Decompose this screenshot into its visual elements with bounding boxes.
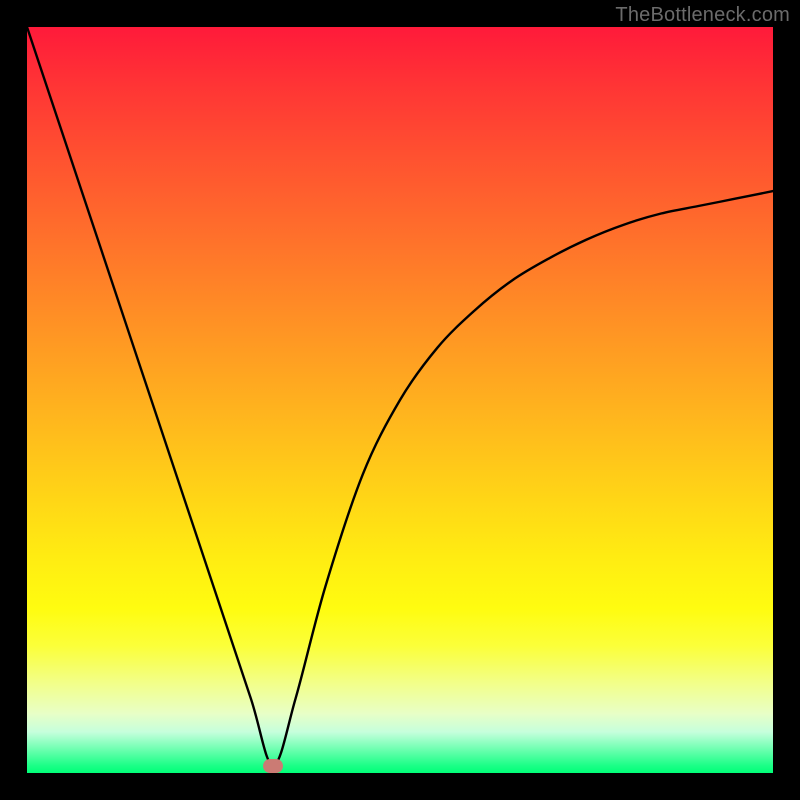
curve-path — [27, 27, 773, 766]
bottleneck-curve — [27, 27, 773, 773]
minimum-marker — [263, 759, 283, 773]
plot-area — [27, 27, 773, 773]
watermark-text: TheBottleneck.com — [615, 4, 790, 27]
